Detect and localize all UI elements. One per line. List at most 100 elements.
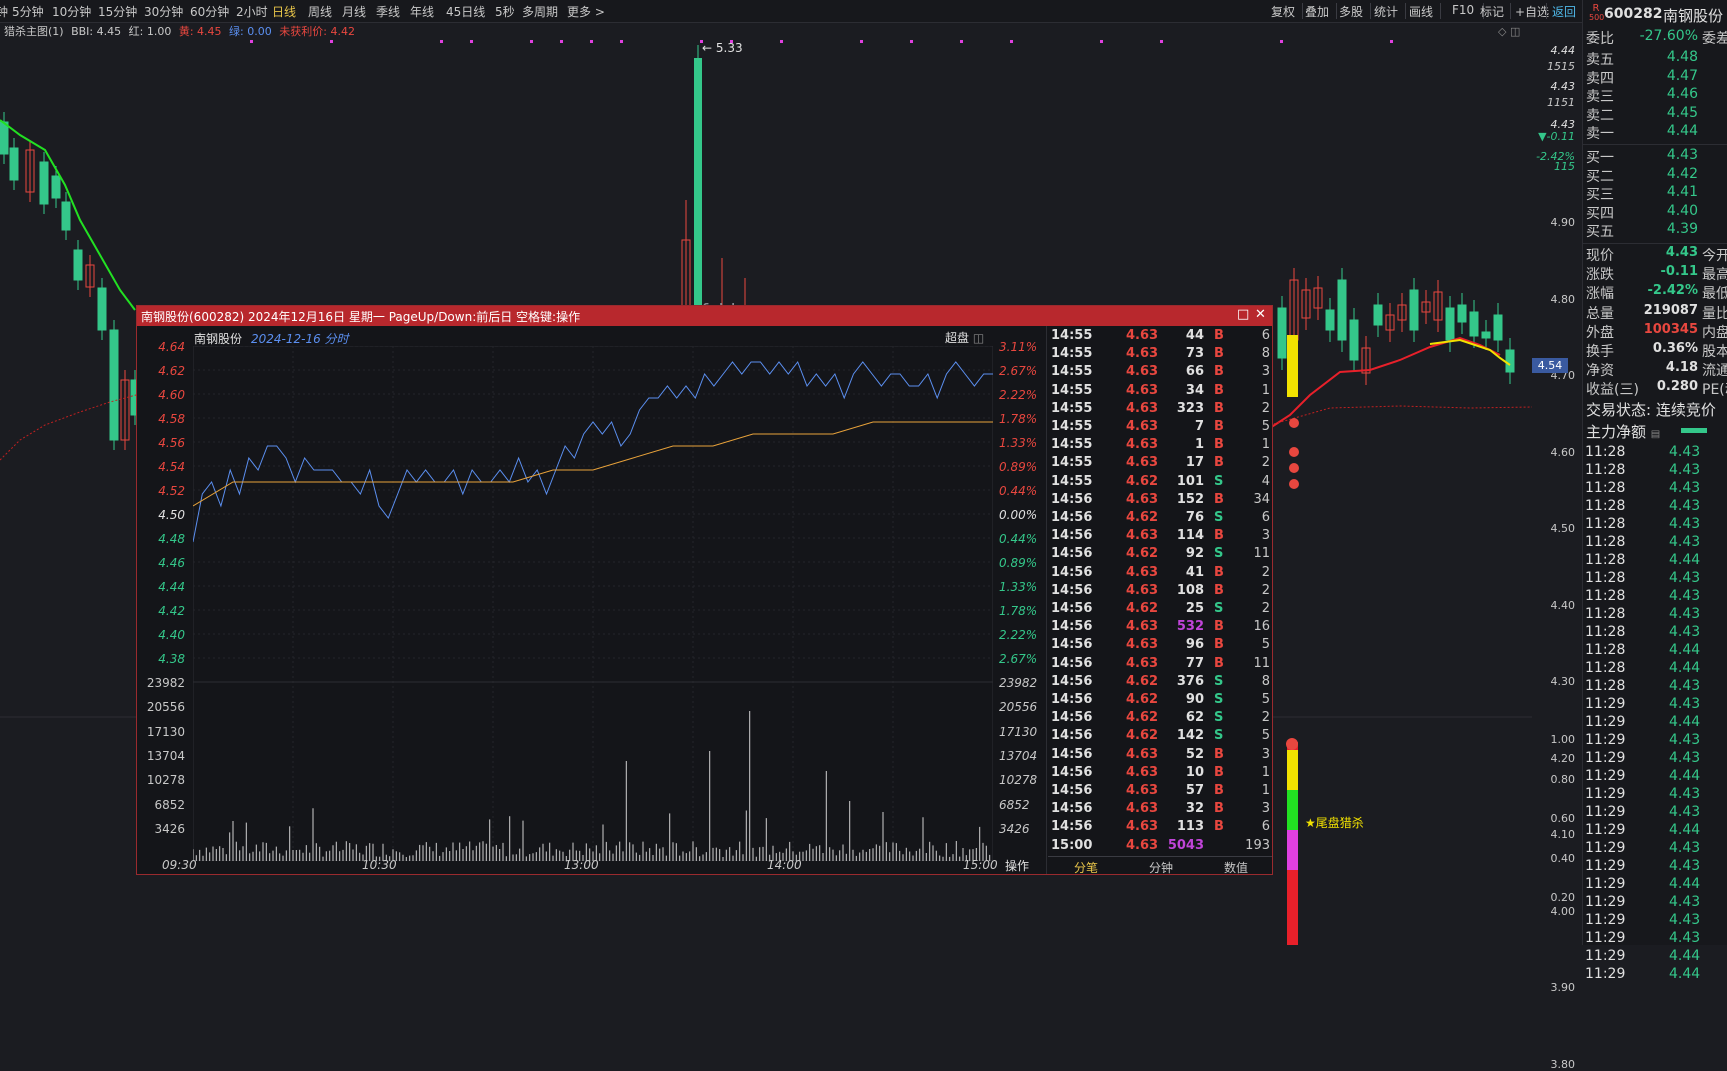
toolbar-button-2[interactable]: 多股	[1339, 3, 1363, 20]
popup-pct-tick: 2.22%	[999, 628, 1038, 642]
signal-bar-segment	[1287, 830, 1298, 870]
toolbar-button-6[interactable]: 标记	[1480, 3, 1504, 20]
popup-vol-tick: 3426	[154, 821, 185, 836]
popup-pct-tick: 1.78%	[999, 604, 1038, 618]
signal-marker	[1289, 479, 1299, 489]
candle-body	[1457, 304, 1467, 323]
price-tick: 4.30	[1550, 675, 1576, 688]
trade-row: 14:55 4.63 66 B 3	[1051, 364, 1270, 380]
divider	[1583, 243, 1727, 244]
period-9[interactable]: 月线	[342, 3, 366, 20]
period-4[interactable]: 30分钟	[144, 3, 183, 20]
popup-time-axis: 09:30 10:30 13:00 14:00 15:00	[137, 856, 1047, 874]
popup-vol-tick: 17130	[146, 724, 185, 739]
trade-row: 14:56 4.62 90 S 5	[1051, 692, 1270, 707]
popup-price-tick: 4.58	[158, 412, 185, 426]
popup-tab-2[interactable]: 数值	[1224, 859, 1248, 876]
tick-row: 11:28 4.43	[1585, 588, 1701, 604]
sub-tick: 0.40	[1550, 851, 1576, 865]
close-icon[interactable]: ✕	[1255, 307, 1266, 322]
chart-settings-icons[interactable]: ◇ ◫	[1498, 25, 1520, 38]
bid-row: 买二 4.42	[1586, 165, 1698, 185]
chaopan-button[interactable]: 超盘 ◫	[945, 329, 984, 346]
stat-row: 涨跌 -0.11 最高	[1586, 264, 1727, 284]
intraday-chart[interactable]	[193, 346, 993, 861]
tick-row: 11:29 4.44	[1585, 948, 1701, 964]
yellow-value: 黄: 4.45	[178, 25, 222, 38]
sub-tick: 0.80	[1550, 772, 1576, 786]
stat-row: 总量 219087 量比	[1586, 302, 1727, 322]
trend-line-red	[1269, 336, 1501, 429]
period-12[interactable]: 45日线	[446, 3, 485, 20]
indicator-name[interactable]: 猎杀主图(1)	[4, 25, 64, 38]
signal-dot	[780, 40, 783, 43]
tick-row: 11:29 4.44	[1585, 966, 1701, 982]
sub-tick: 1.00	[1550, 733, 1576, 746]
popup-pct-tick: 0.44%	[999, 532, 1038, 546]
toolbar-button-5[interactable]: F10	[1452, 3, 1474, 17]
trade-row: 14:56 4.62 62 S 2	[1051, 710, 1270, 726]
main-flow-row: 主力净额 ▤	[1586, 421, 1727, 441]
popup-vol-tick: 10278	[146, 773, 185, 788]
main-flow-bar	[1681, 428, 1707, 433]
popup-tab-0[interactable]: 分笔	[1074, 859, 1098, 876]
popup-vol-tick: 23982	[146, 676, 185, 690]
sub-tick: 0.60	[1550, 812, 1576, 825]
trade-row: 14:55 4.63 17 B 2	[1051, 455, 1270, 471]
period-14[interactable]: 多周期	[522, 3, 558, 20]
tick-row: 11:28 4.43	[1585, 534, 1701, 550]
price-axis: 4.90 4.80 4.70 4.60 4.50 4.40 4.30 4.20 4.10 4.00…	[1532, 0, 1580, 1071]
stat-row: 换手 0.36% 股本	[1586, 341, 1727, 360]
popup-titlebar[interactable]: 南钢股份(600282) 2024年12月16日 星期一 PageUp/Down…	[137, 306, 1272, 326]
operate-button[interactable]: 操作	[1005, 857, 1029, 874]
price-tick: 4.90	[1550, 216, 1576, 229]
period-7[interactable]: 日线	[272, 3, 296, 20]
candle-body	[97, 287, 107, 331]
toolbar-button-3[interactable]: 统计	[1374, 3, 1398, 20]
period-0[interactable]: 钟	[0, 3, 8, 20]
panel-icon: ◫	[972, 331, 985, 345]
candle-body	[1349, 319, 1359, 361]
candle-body	[1469, 311, 1479, 337]
trade-row: 14:56 4.63 96 B 5	[1051, 637, 1270, 653]
tick-row: 11:28 4.43	[1585, 462, 1701, 478]
price-tick: 4.10	[1550, 828, 1576, 841]
period-5[interactable]: 60分钟	[190, 3, 229, 20]
period-11[interactable]: 年线	[410, 3, 434, 20]
toolbar-sep	[1440, 3, 1441, 19]
tick-row: 11:28 4.43	[1585, 444, 1701, 460]
sub-tick: 0.20	[1550, 891, 1576, 904]
trade-row: 14:55 4.63 7 B 5	[1051, 419, 1270, 434]
price-tick: 4.40	[1550, 598, 1576, 612]
period-1[interactable]: 5分钟	[12, 3, 44, 20]
period-8[interactable]: 周线	[308, 3, 332, 20]
period-15[interactable]: 更多 >	[567, 3, 605, 20]
toolbar-button-0[interactable]: 复权	[1271, 3, 1295, 20]
toolbar-button-4[interactable]: 画线	[1409, 3, 1433, 20]
signal-dot	[620, 40, 623, 43]
period-10[interactable]: 季线	[376, 3, 400, 20]
maximize-icon[interactable]: □	[1237, 307, 1249, 322]
popup-tab-1[interactable]: 分钟	[1149, 859, 1173, 876]
menu-icon[interactable]: ▤	[1651, 429, 1660, 440]
stat-row: 涨幅 -2.42% 最低	[1586, 283, 1727, 303]
popup-title: 南钢股份(600282) 2024年12月16日 星期一 PageUp/Down…	[141, 310, 581, 324]
period-13[interactable]: 5秒	[495, 3, 515, 20]
period-6[interactable]: 2小时	[236, 3, 268, 20]
tick-row: 11:29 4.43	[1585, 732, 1701, 748]
popup-stock-label: 南钢股份	[194, 332, 243, 346]
popup-pct-tick: 1.33%	[999, 436, 1038, 450]
popup-pct-tick: 2.22%	[999, 388, 1038, 402]
signal-dot	[250, 40, 253, 43]
popup-price-tick: 4.40	[158, 628, 185, 642]
divider	[1583, 144, 1727, 145]
signal-dot	[530, 40, 533, 43]
bid-row: 买一 4.43	[1586, 147, 1698, 166]
ask-row: 卖一 4.44	[1586, 123, 1698, 142]
toolbar-button-1[interactable]: 叠加	[1305, 3, 1329, 20]
period-3[interactable]: 15分钟	[98, 3, 137, 20]
signal-dot	[860, 40, 863, 43]
popup-vol-tick-right: 13704	[999, 748, 1038, 763]
trade-row: 14:56 4.63 57 B 1	[1051, 783, 1270, 798]
period-2[interactable]: 10分钟	[52, 3, 91, 20]
